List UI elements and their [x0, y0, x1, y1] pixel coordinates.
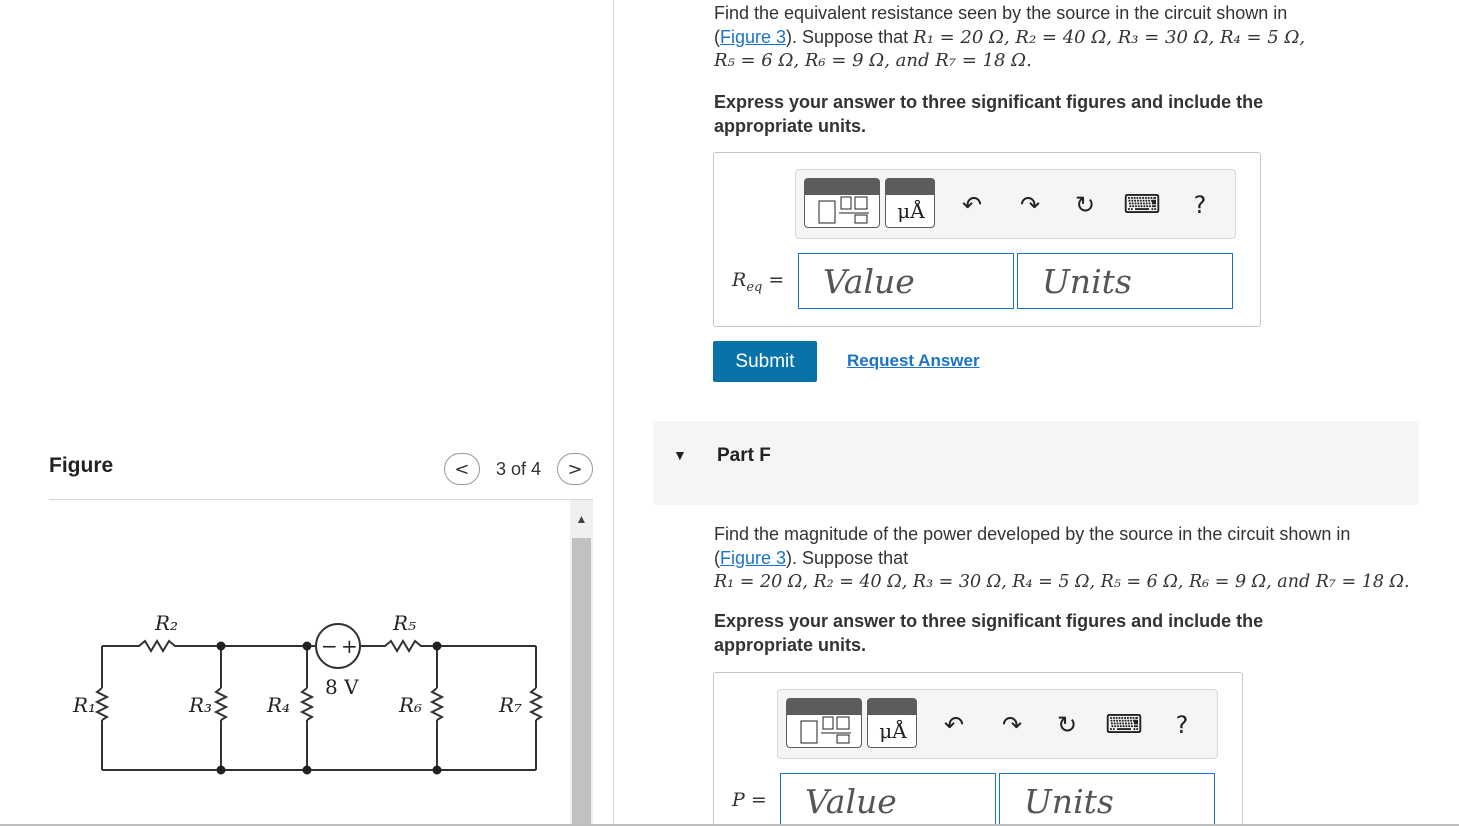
help-icon[interactable]: ? [1164, 690, 1200, 760]
figure-link-f[interactable]: Figure 3 [720, 548, 786, 568]
r4-resistor [299, 687, 315, 721]
r3-resistor [213, 687, 229, 721]
req-units-input[interactable]: Units [1017, 253, 1233, 309]
reset-icon[interactable]: ↻ [1049, 690, 1085, 760]
figure-link[interactable]: Figure 3 [720, 27, 786, 47]
r2-label: R₂ [154, 611, 178, 635]
part-f-title: Part F [717, 445, 771, 466]
figure-scrollbar[interactable]: ▲ [570, 500, 593, 826]
redo-icon[interactable]: ↷ [1012, 170, 1048, 240]
templates-icon [818, 196, 869, 224]
part-f-problem: Find the magnitude of the power develope… [714, 524, 1410, 592]
r4-label: R₄ [266, 693, 290, 717]
scroll-up-icon[interactable]: ▲ [570, 500, 593, 538]
part-f-instruction: Express your answer to three significant… [714, 611, 1264, 655]
math-toolbar-f: μÅ ↶ ↷ ↻ ⌨ ? [777, 689, 1218, 759]
units-button-f[interactable]: μÅ [867, 698, 917, 748]
part-e-instruction: Express your answer to three significant… [714, 92, 1264, 136]
circuit-diagram: R₁ R₂ R₃ R₄ R₅ R₆ R₇ − + 8 V [72, 611, 544, 775]
source-minus-label: − [321, 634, 338, 658]
templates-button-f[interactable] [786, 698, 862, 748]
panel-divider [613, 0, 614, 826]
part-f-answer-box: μÅ ↶ ↷ ↻ ⌨ ? P = Value Units [713, 672, 1243, 826]
units-button[interactable]: μÅ [885, 178, 935, 228]
keyboard-icon[interactable]: ⌨ [1123, 170, 1161, 240]
figure-title: Figure [49, 454, 114, 477]
units-icon: μÅ [897, 199, 925, 223]
r3-label: R₃ [188, 693, 212, 717]
keyboard-icon[interactable]: ⌨ [1105, 690, 1143, 760]
p-units-input[interactable]: Units [999, 773, 1215, 826]
redo-icon[interactable]: ↷ [994, 690, 1030, 760]
r5-label: R₅ [392, 611, 416, 635]
p-value-input[interactable]: Value [780, 773, 996, 826]
math-toolbar: μÅ ↶ ↷ ↻ ⌨ ? [795, 169, 1236, 239]
p-label: P = [732, 789, 767, 811]
figure-header: Figure < 3 of 4 > [49, 452, 593, 500]
req-value-input[interactable]: Value [798, 253, 1014, 309]
help-icon[interactable]: ? [1182, 170, 1218, 240]
undo-icon[interactable]: ↶ [936, 690, 972, 760]
figure-pager: < 3 of 4 > [443, 452, 593, 486]
units-icon: μÅ [879, 719, 907, 743]
r2-resistor [102, 639, 307, 653]
undo-icon[interactable]: ↶ [954, 170, 990, 240]
r7-label: R₇ [498, 693, 522, 717]
r7-resistor [528, 687, 544, 721]
figure-page-count: 3 of 4 [495, 458, 541, 479]
r5-resistor [360, 639, 536, 653]
reset-icon[interactable]: ↻ [1067, 170, 1103, 240]
submit-button[interactable]: Submit [713, 341, 817, 382]
templates-button[interactable] [804, 178, 880, 228]
part-e-problem: Find the equivalent resistance seen by t… [714, 3, 1306, 71]
r1-resistor [94, 687, 110, 721]
source-voltage-label: 8 V [325, 675, 359, 699]
next-figure-button[interactable]: > [557, 453, 593, 485]
part-f-header[interactable]: ▼ Part F [653, 421, 1419, 505]
source-plus-label: + [341, 634, 358, 658]
scroll-thumb[interactable] [572, 538, 591, 826]
r1-label: R₁ [72, 693, 96, 717]
r6-resistor [429, 687, 445, 721]
req-label: Req = [732, 269, 785, 295]
figure-area: R₁ R₂ R₃ R₄ R₅ R₆ R₇ − + 8 V [49, 500, 570, 826]
request-answer-link[interactable]: Request Answer [847, 351, 980, 371]
templates-icon [800, 716, 851, 744]
part-e-answer-box: μÅ ↶ ↷ ↻ ⌨ ? Req = Value Units [713, 152, 1261, 327]
caret-down-icon: ▼ [673, 447, 687, 463]
r6-label: R₆ [398, 693, 422, 717]
prev-figure-button[interactable]: < [443, 453, 480, 485]
